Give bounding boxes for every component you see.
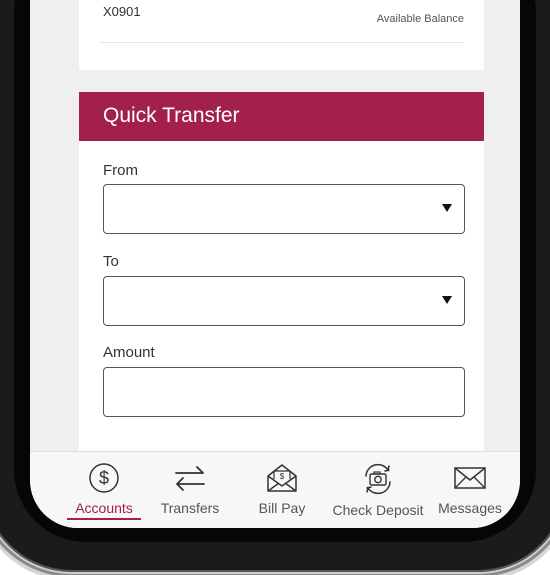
account-number: X0901 <box>103 4 141 19</box>
svg-text:$: $ <box>280 472 285 481</box>
quick-transfer-header: Quick Transfer <box>79 92 484 141</box>
quick-transfer-card: Quick Transfer From To Amount <box>79 92 484 472</box>
from-label: From <box>103 162 138 179</box>
quick-transfer-title: Quick Transfer <box>103 104 240 127</box>
bill-envelope-icon: $ <box>267 464 297 492</box>
account-card[interactable]: X0901 Available Balance <box>79 0 484 70</box>
amount-label: Amount <box>103 344 155 361</box>
envelope-icon <box>454 467 486 489</box>
app-screen: X0901 Available Balance Quick Transfer F… <box>30 0 520 528</box>
nav-label-check-deposit: Check Deposit <box>332 502 424 518</box>
bottom-nav: $ Accounts Transfers $ Bill Pay Check De… <box>30 451 520 528</box>
chevron-down-icon <box>442 296 452 304</box>
nav-bill-pay[interactable]: $ Bill Pay <box>242 462 322 516</box>
transfer-arrows-icon <box>175 466 205 491</box>
nav-label-accounts: Accounts <box>75 500 133 516</box>
to-label: To <box>103 253 119 270</box>
available-balance-label: Available Balance <box>376 13 464 25</box>
nav-label-messages: Messages <box>438 500 502 516</box>
nav-accounts[interactable]: $ Accounts <box>64 462 144 516</box>
amount-input[interactable] <box>103 367 465 417</box>
nav-label-transfers: Transfers <box>160 500 220 516</box>
dollar-circle-icon: $ <box>89 463 119 493</box>
nav-label-bill-pay: Bill Pay <box>258 500 306 516</box>
nav-transfers[interactable]: Transfers <box>150 462 230 516</box>
from-select[interactable] <box>103 184 465 234</box>
camera-refresh-icon <box>365 463 391 495</box>
nav-check-deposit[interactable]: Check Deposit <box>328 462 428 518</box>
divider <box>99 42 464 43</box>
active-tab-indicator <box>67 518 141 520</box>
svg-text:$: $ <box>99 468 109 488</box>
chevron-down-icon <box>442 204 452 212</box>
nav-messages[interactable]: Messages <box>430 462 510 516</box>
to-select[interactable] <box>103 276 465 326</box>
